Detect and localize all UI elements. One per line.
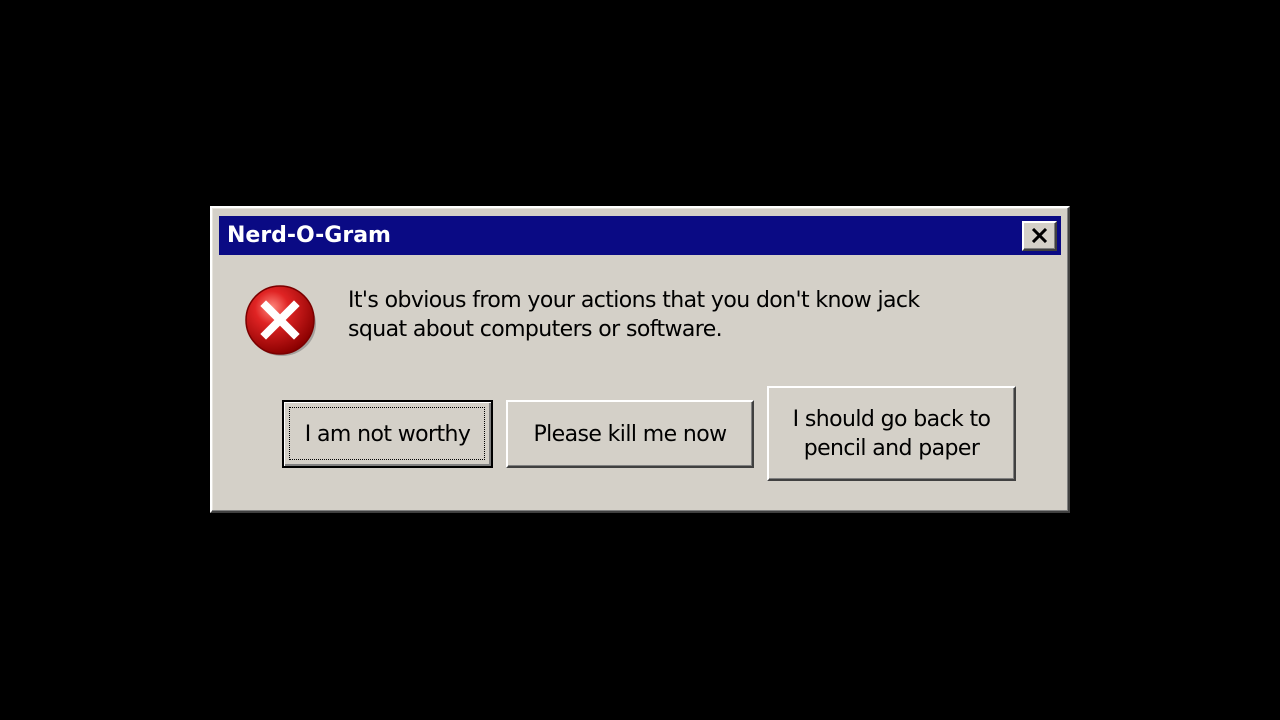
close-icon bbox=[1031, 228, 1048, 243]
not-worthy-button[interactable]: I am not worthy bbox=[282, 400, 493, 468]
title-bar[interactable]: Nerd-O-Gram bbox=[219, 216, 1061, 255]
button-label-line: pencil and paper bbox=[803, 435, 980, 461]
close-button[interactable] bbox=[1022, 221, 1057, 251]
error-dialog: Nerd-O-Gram It's obvious from your actio… bbox=[210, 206, 1070, 513]
kill-me-button[interactable]: Please kill me now bbox=[506, 400, 754, 468]
dialog-message: It's obvious from your actions that you … bbox=[348, 286, 948, 344]
message-line: squat about computers or software. bbox=[348, 317, 723, 342]
dialog-title: Nerd-O-Gram bbox=[227, 223, 391, 248]
button-label: I am not worthy bbox=[304, 421, 471, 447]
error-icon bbox=[245, 285, 316, 356]
button-label: Please kill me now bbox=[533, 421, 727, 447]
button-label: I should go back to pencil and paper bbox=[793, 405, 991, 463]
message-line: It's obvious from your actions that you … bbox=[348, 288, 920, 313]
pencil-paper-button[interactable]: I should go back to pencil and paper bbox=[767, 386, 1016, 481]
button-label-line: I should go back to bbox=[792, 406, 991, 432]
